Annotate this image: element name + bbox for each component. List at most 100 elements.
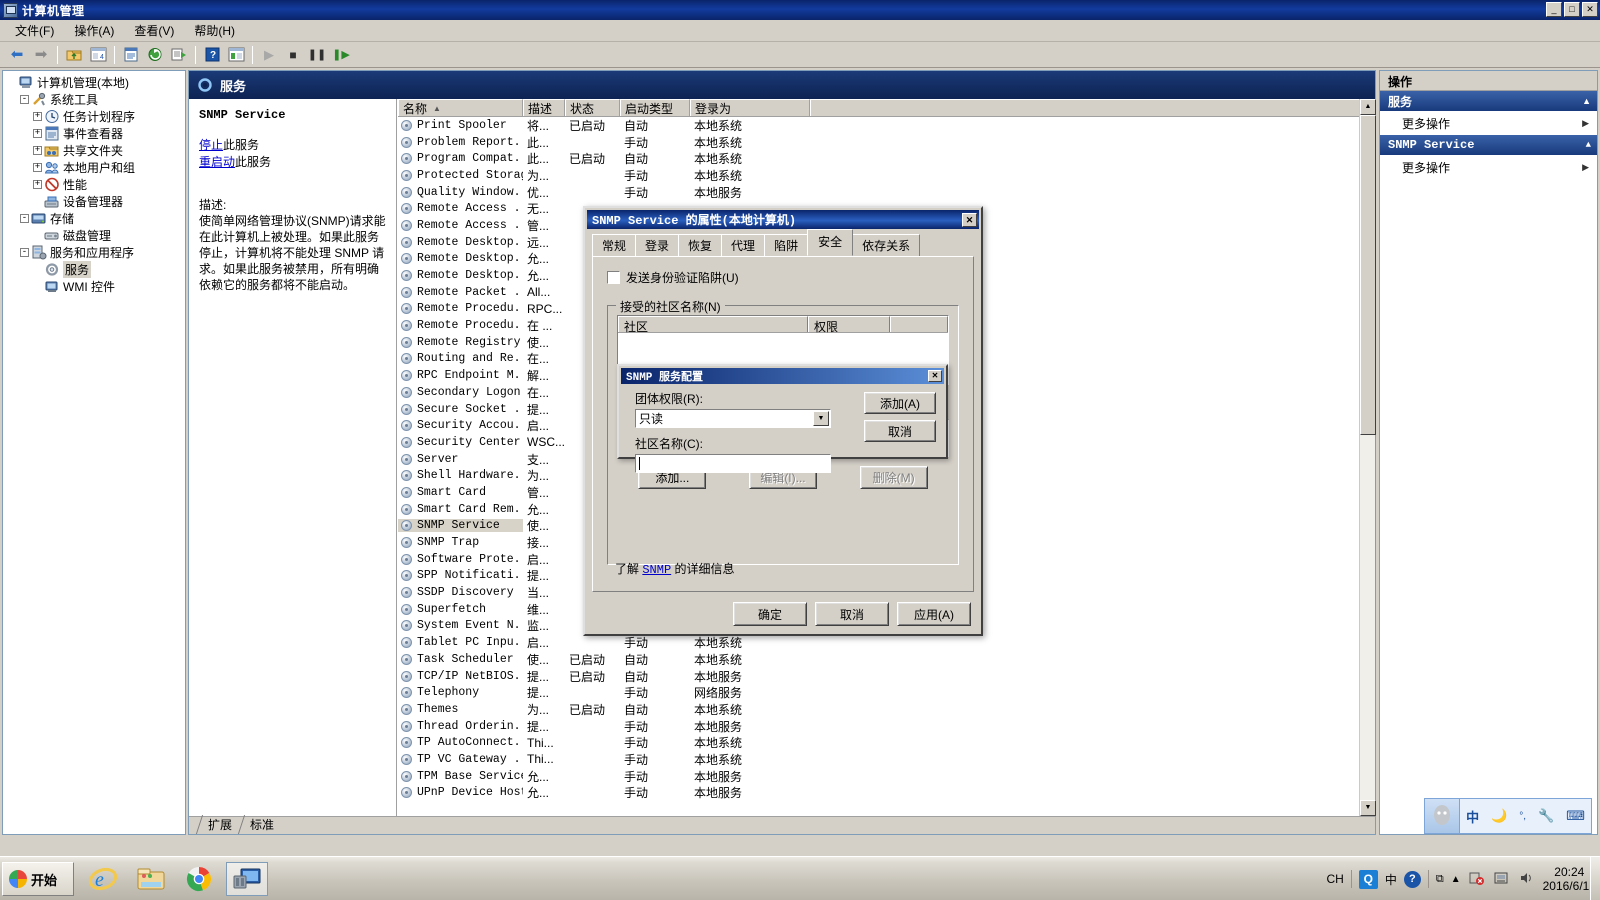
- collapse-icon[interactable]: ▲: [1582, 96, 1591, 106]
- menu-view[interactable]: 查看(V): [125, 20, 183, 41]
- tree-item-4[interactable]: + 共享文件夹: [3, 142, 185, 159]
- table-row[interactable]: Thread Orderin... 提... 手动 本地服务: [398, 718, 1375, 735]
- tree-item-9[interactable]: 磁盘管理: [3, 227, 185, 244]
- minimize-button[interactable]: _: [1546, 2, 1562, 17]
- expand-toggle-icon[interactable]: +: [31, 178, 44, 191]
- tree-item-11[interactable]: 服务: [3, 261, 185, 278]
- moon-icon[interactable]: 🌙: [1485, 808, 1513, 824]
- properties-icon[interactable]: [120, 44, 142, 66]
- help-icon[interactable]: ?: [201, 44, 223, 66]
- show-tree-icon[interactable]: 4: [87, 44, 109, 66]
- network-error-icon[interactable]: [1468, 870, 1486, 889]
- tab-5[interactable]: 安全: [807, 229, 854, 256]
- tray-restore-icon[interactable]: ⧉: [1436, 873, 1444, 886]
- tree-item-8[interactable]: - 存储: [3, 210, 185, 227]
- table-row[interactable]: TP AutoConnect... Thi... 手动 本地系统: [398, 734, 1375, 751]
- qq-avatar-icon[interactable]: [1425, 799, 1461, 833]
- ok-button[interactable]: 确定: [733, 602, 807, 626]
- ime-mode-icon[interactable]: 中: [1460, 807, 1485, 826]
- tab-0[interactable]: 常规: [592, 234, 637, 258]
- taskbar-clock[interactable]: 20:24 2016/6/16: [1543, 865, 1596, 893]
- punctuation-icon[interactable]: °,: [1513, 811, 1532, 822]
- expand-toggle-icon[interactable]: +: [31, 161, 44, 174]
- column-header-3[interactable]: 启动类型: [620, 99, 690, 116]
- forward-icon[interactable]: ➡: [30, 44, 52, 66]
- table-row[interactable]: TPM Base Services 允... 手动 本地服务: [398, 768, 1375, 785]
- table-row[interactable]: Program Compat... 此... 已启动 自动 本地系统: [398, 150, 1375, 167]
- community-name-input[interactable]: [635, 454, 831, 473]
- community-rights-select[interactable]: 只读 ▼: [635, 409, 831, 428]
- tree-item-10[interactable]: - 服务和应用程序: [3, 244, 185, 261]
- tree-item-6[interactable]: + 性能: [3, 176, 185, 193]
- show-desktop-button[interactable]: [1590, 857, 1600, 900]
- chevron-down-icon[interactable]: ▼: [813, 411, 829, 426]
- export-list-icon[interactable]: [168, 44, 190, 66]
- tab-extended[interactable]: 扩展: [199, 815, 241, 834]
- config-cancel-button[interactable]: 取消: [864, 420, 936, 442]
- table-row[interactable]: Tablet PC Inpu... 启... 手动 本地系统: [398, 634, 1375, 651]
- send-auth-trap-row[interactable]: 发送身份验证陷阱(U): [607, 269, 973, 286]
- taskbar-item-windows-explorer[interactable]: [130, 862, 172, 896]
- tab-1[interactable]: 登录: [635, 234, 680, 258]
- tree-item-1[interactable]: - 系统工具: [3, 91, 185, 108]
- wrench-icon[interactable]: 🔧: [1532, 808, 1560, 824]
- stop-service-icon[interactable]: ■: [282, 44, 304, 66]
- column-header-4[interactable]: 登录为: [690, 99, 810, 116]
- table-row[interactable]: UPnP Device Host 允... 手动 本地服务: [398, 785, 1375, 802]
- action-center-icon[interactable]: [1493, 870, 1511, 889]
- table-row[interactable]: Quality Window... 优... 手动 本地服务: [398, 184, 1375, 201]
- taskbar-item-internet-explorer[interactable]: e: [82, 862, 124, 896]
- back-icon[interactable]: ⬅: [6, 44, 28, 66]
- column-header-2[interactable]: 状态: [565, 99, 620, 116]
- maximize-button[interactable]: □: [1564, 2, 1580, 17]
- menu-help[interactable]: 帮助(H): [185, 20, 244, 41]
- pause-service-icon[interactable]: ❚❚: [306, 44, 328, 66]
- properties-tabstrip[interactable]: 常规 登录 恢复 代理 陷阱 安全 依存关系: [592, 229, 981, 258]
- column-header-0[interactable]: 名称 ▲: [398, 99, 523, 116]
- scrollbar-thumb[interactable]: [1360, 115, 1376, 435]
- taskbar-item-google-chrome[interactable]: [178, 862, 220, 896]
- cancel-button[interactable]: 取消: [815, 602, 889, 626]
- tray-ime-mode[interactable]: 中: [1385, 871, 1397, 888]
- tree-item-0[interactable]: 计算机管理(本地): [3, 74, 185, 91]
- scroll-up-button[interactable]: ▲: [1360, 99, 1376, 115]
- start-button[interactable]: 开始: [2, 862, 74, 896]
- keyboard-icon[interactable]: ⌨: [1560, 808, 1591, 824]
- up-folder-icon[interactable]: [63, 44, 85, 66]
- qq-tray-icon[interactable]: Q: [1358, 869, 1378, 889]
- tab-3[interactable]: 代理: [721, 234, 766, 258]
- column-rights[interactable]: 权限: [808, 316, 890, 334]
- column-header-1[interactable]: 描述: [523, 99, 565, 116]
- tray-input-language[interactable]: CH: [1326, 872, 1343, 886]
- table-row[interactable]: TCP/IP NetBIOS... 提... 已启动 自动 本地服务: [398, 668, 1375, 685]
- view-icon[interactable]: [225, 44, 247, 66]
- send-auth-trap-checkbox[interactable]: [607, 271, 620, 284]
- tab-2[interactable]: 恢复: [678, 234, 723, 258]
- refresh-icon[interactable]: [144, 44, 166, 66]
- expand-toggle-icon[interactable]: +: [31, 144, 44, 157]
- collapse-toggle-icon[interactable]: -: [18, 93, 31, 106]
- scroll-down-button[interactable]: ▼: [1360, 800, 1376, 816]
- table-row[interactable]: Themes 为... 已启动 自动 本地系统: [398, 701, 1375, 718]
- console-tree-pane[interactable]: 计算机管理(本地) - 系统工具 + 任务计划程序 + 事件查看器 + 共享文件夹 + 本地用户和组…: [2, 70, 186, 835]
- action-more-actions-snmp[interactable]: 更多操作 ▶: [1380, 155, 1597, 179]
- tray-overflow-icon[interactable]: ▲: [1451, 874, 1461, 885]
- close-button[interactable]: ✕: [1582, 2, 1598, 17]
- actions-group-snmp[interactable]: SNMP Service ▲: [1380, 135, 1597, 155]
- apply-button[interactable]: 应用(A): [897, 602, 971, 626]
- action-more-actions-services[interactable]: 更多操作 ▶: [1380, 111, 1597, 135]
- collapse-icon-2[interactable]: ▲: [1586, 140, 1591, 150]
- taskbar-item-computer-management[interactable]: [226, 862, 268, 896]
- tab-standard[interactable]: 标准: [241, 815, 283, 834]
- config-add-button[interactable]: 添加(A): [864, 392, 936, 414]
- table-row[interactable]: Task Scheduler 使... 已启动 自动 本地系统: [398, 651, 1375, 668]
- table-row[interactable]: Problem Report... 此... 手动 本地系统: [398, 134, 1375, 151]
- tab-4[interactable]: 陷阱: [764, 234, 809, 258]
- restart-service-link[interactable]: 重启动此服务: [199, 154, 390, 171]
- close-icon[interactable]: ✕: [962, 212, 977, 227]
- menu-action[interactable]: 操作(A): [65, 20, 123, 41]
- ime-floating-bar[interactable]: 中 🌙 °, 🔧 ⌨: [1424, 798, 1592, 834]
- table-row[interactable]: TP VC Gateway ... Thi... 手动 本地系统: [398, 751, 1375, 768]
- actions-group-services[interactable]: 服务 ▲: [1380, 91, 1597, 111]
- tree-item-7[interactable]: 设备管理器: [3, 193, 185, 210]
